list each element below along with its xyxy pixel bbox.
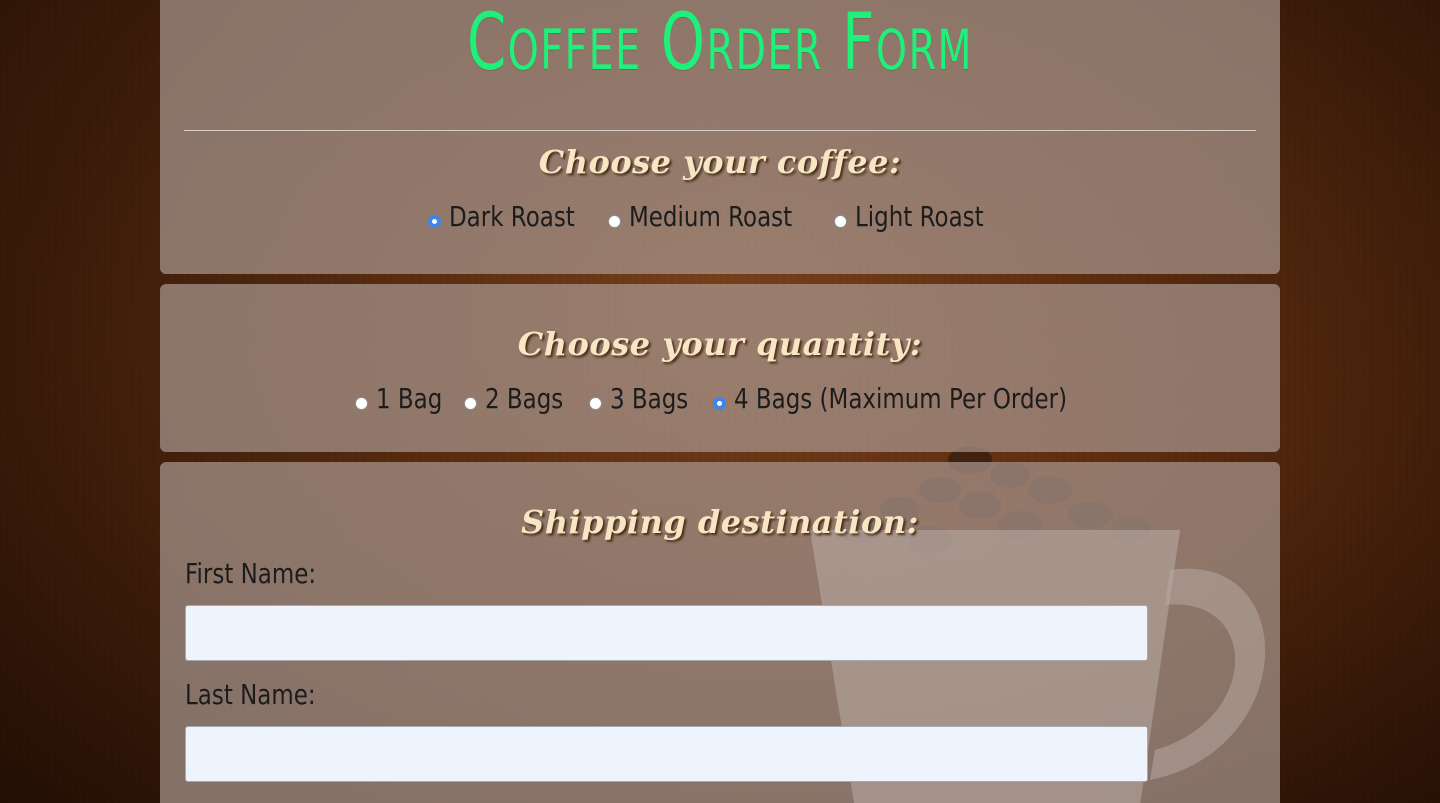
- last-name-label: Last Name:: [185, 678, 316, 711]
- quantity-panel: Choose your quantity: 1 Bag 2 Bags 3 Bag…: [160, 284, 1280, 452]
- title-divider: [184, 130, 1256, 131]
- quantity-4-label: 4 Bags (Maximum Per Order): [734, 382, 1068, 415]
- quantity-3-radio[interactable]: [588, 397, 602, 410]
- medium-roast-label: Medium Roast: [629, 200, 793, 233]
- first-name-label: First Name:: [185, 557, 317, 590]
- coffee-options: Dark Roast Medium Roast Light Roast: [160, 200, 1280, 233]
- medium-roast-radio[interactable]: [608, 215, 622, 228]
- quantity-2-label: 2 Bags: [485, 382, 564, 415]
- light-roast-radio[interactable]: [834, 215, 848, 228]
- shipping-panel: Shipping destination: First Name: Last N…: [160, 462, 1280, 803]
- dark-roast-radio[interactable]: [427, 215, 441, 228]
- quantity-4-radio[interactable]: [713, 397, 727, 410]
- coffee-option-light-roast[interactable]: Light Roast: [834, 200, 1012, 233]
- dark-roast-label: Dark Roast: [448, 200, 575, 233]
- first-name-field[interactable]: [185, 605, 1148, 661]
- quantity-1-radio[interactable]: [354, 397, 368, 410]
- quantity-options: 1 Bag 2 Bags 3 Bags 4 Bags (Maximum Per …: [160, 382, 1280, 415]
- coffee-option-medium-roast[interactable]: Medium Roast: [608, 200, 828, 233]
- coffee-panel: Coffee Order Form Choose your coffee: Da…: [160, 0, 1280, 274]
- quantity-option-3[interactable]: 3 Bags: [588, 382, 705, 415]
- page-title: Coffee Order Form: [466, 0, 974, 88]
- quantity-2-radio[interactable]: [464, 397, 478, 410]
- last-name-field[interactable]: [185, 726, 1148, 782]
- coffee-heading: Choose your coffee:: [538, 143, 902, 181]
- shipping-heading: Shipping destination:: [521, 503, 919, 541]
- quantity-option-4[interactable]: 4 Bags (Maximum Per Order): [713, 382, 1085, 415]
- quantity-3-label: 3 Bags: [609, 382, 689, 415]
- quantity-heading: Choose your quantity:: [517, 325, 923, 363]
- quantity-1-label: 1 Bag: [375, 382, 442, 415]
- light-roast-label: Light Roast: [855, 200, 984, 233]
- quantity-option-1[interactable]: 1 Bag: [354, 382, 457, 415]
- quantity-option-2[interactable]: 2 Bags: [464, 382, 580, 415]
- coffee-option-dark-roast[interactable]: Dark Roast: [427, 200, 602, 233]
